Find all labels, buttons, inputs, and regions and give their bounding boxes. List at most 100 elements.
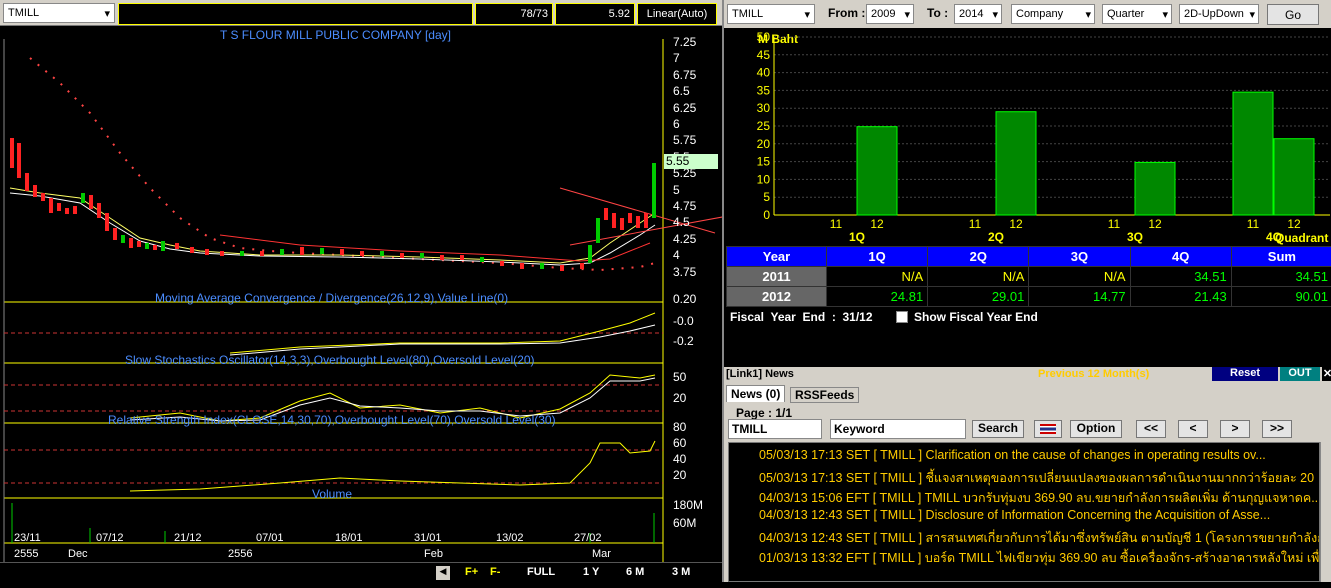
- zoom-in-button[interactable]: F+: [465, 566, 478, 578]
- bar: [857, 127, 897, 215]
- chart-toolbar: TMILL▾ 78/73 5.92 Linear(Auto): [0, 0, 722, 26]
- cell-value: 14.77: [1029, 287, 1130, 307]
- bar: [1135, 162, 1175, 215]
- fundamental-pane: TMILL▾ From : 2009▾ To : 2014▾ Company▾ …: [722, 0, 1331, 582]
- news-item[interactable]: 01/03/13 13:32 EFT [ TMILL ] บอร์ด TMILL…: [759, 548, 1320, 568]
- 3m-button[interactable]: 3 M: [672, 566, 690, 578]
- cell-value: 29.01: [928, 287, 1029, 307]
- fiscal-year-end: Fiscal Year End : 31/12: [730, 310, 873, 324]
- price-tick: 4.5: [673, 215, 690, 229]
- y-tick-label: 10: [757, 172, 771, 186]
- chevron-down-icon: ▾: [1085, 8, 1091, 21]
- bar: [996, 112, 1036, 215]
- rsi-tick: 60: [673, 436, 686, 450]
- news-panel: News (0) RSSFeeds Page : 1/1 TMILL Keywo…: [724, 382, 1331, 582]
- macd-title: Moving Average Convergence / Divergence(…: [155, 291, 508, 305]
- go-button[interactable]: Go: [1267, 4, 1319, 25]
- last-page-button[interactable]: >>: [1262, 420, 1292, 438]
- cell-value: 34.51: [1130, 267, 1231, 287]
- year-tick: Mar: [592, 548, 611, 560]
- y-tick-label: 0: [763, 208, 770, 222]
- date-tick: 31/01: [414, 532, 442, 544]
- price-tick: 4.25: [673, 232, 696, 246]
- volume-title: Volume: [312, 487, 352, 501]
- year-tick: Dec: [68, 548, 88, 560]
- y-tick-label: 5: [763, 190, 770, 204]
- cell-value: 34.51: [1231, 267, 1331, 287]
- chart-bottom-bar: ◀ F+ F- FULL 1 Y 6 M 3 M: [0, 562, 722, 582]
- prev-page-button[interactable]: <: [1178, 420, 1208, 438]
- quarter-label: 1Q: [849, 230, 865, 244]
- from-select[interactable]: 2009▾: [866, 4, 914, 24]
- scroll-left-icon[interactable]: ◀: [436, 566, 450, 580]
- y-tick-label: 40: [757, 66, 771, 80]
- period-select[interactable]: Quarter▾: [1102, 4, 1172, 24]
- thai-flag-icon[interactable]: [1034, 420, 1062, 438]
- price-tick: 5.75: [673, 133, 696, 147]
- close-icon[interactable]: ✕: [1322, 367, 1331, 381]
- y-tick-label: 15: [757, 155, 771, 169]
- table-row: 2012 24.81 29.01 14.77 21.43 90.01: [727, 287, 1331, 307]
- bar-label: 11: [1247, 217, 1260, 231]
- header-2q: 2Q: [928, 247, 1029, 267]
- view-select[interactable]: 2D-UpDown▾: [1179, 4, 1259, 24]
- 6m-button[interactable]: 6 M: [626, 566, 644, 578]
- scale-box[interactable]: Linear(Auto): [637, 3, 717, 25]
- symbol-value: TMILL: [8, 7, 39, 19]
- chart-title: T S FLOUR MILL PUBLIC COMPANY [day]: [220, 28, 451, 42]
- to-select[interactable]: 2014▾: [954, 4, 1002, 24]
- y-tick-label: 50: [757, 30, 771, 44]
- zoom-out-button[interactable]: F-: [490, 566, 500, 578]
- show-fiscal-checkbox[interactable]: [896, 311, 908, 323]
- macd-tick: 0.20: [673, 292, 696, 306]
- cell-value: N/A: [928, 267, 1029, 287]
- show-fiscal-label: Show Fiscal Year End: [914, 310, 1038, 324]
- option-button[interactable]: Option: [1070, 420, 1122, 438]
- header-sum: Sum: [1231, 247, 1331, 267]
- news-item[interactable]: 04/03/13 15:06 EFT [ TMILL ] TMILL บวกรั…: [759, 488, 1320, 508]
- tab-rss[interactable]: RSSFeeds: [790, 387, 859, 403]
- tab-news[interactable]: News (0): [726, 385, 785, 402]
- macd-tick: -0.2: [673, 334, 694, 348]
- right-symbol-select[interactable]: TMILL▾: [727, 4, 815, 24]
- price-tick: 7: [673, 51, 680, 65]
- news-symbol-input[interactable]: TMILL: [728, 419, 822, 439]
- quadrant-label: Quadrant: [1275, 231, 1328, 245]
- price-tick: 4.75: [673, 199, 696, 213]
- first-page-button[interactable]: <<: [1136, 420, 1166, 438]
- stoch-tick: 50: [673, 370, 686, 384]
- y-tick-label: 35: [757, 83, 771, 97]
- header-1q: 1Q: [827, 247, 928, 267]
- view-value: 2D-UpDown: [1184, 8, 1244, 20]
- bar: [1274, 139, 1314, 215]
- 1y-button[interactable]: 1 Y: [583, 566, 599, 578]
- news-item[interactable]: 04/03/13 12:43 SET [ TMILL ] Disclosure …: [759, 508, 1270, 522]
- date-tick: 27/02: [574, 532, 602, 544]
- news-item[interactable]: 04/03/13 12:43 SET [ TMILL ] สารสนเทศเกี…: [759, 528, 1320, 548]
- previous-months: Previous 12 Month(s): [1038, 368, 1149, 380]
- rsi-title: Relative Strength Index(CLOSE,14,30,70),…: [108, 413, 556, 427]
- search-button[interactable]: Search: [972, 420, 1024, 438]
- full-button[interactable]: FULL: [527, 566, 555, 578]
- cell-value: 21.43: [1130, 287, 1231, 307]
- stochastic-title: Slow Stochastics Oscillator(14,3,3),Over…: [125, 353, 535, 367]
- next-page-button[interactable]: >: [1220, 420, 1250, 438]
- cell-value: 90.01: [1231, 287, 1331, 307]
- out-button[interactable]: OUT: [1280, 367, 1320, 381]
- reset-button[interactable]: Reset: [1212, 367, 1278, 381]
- quarter-table: Year 1Q 2Q 3Q 4Q Sum 2011 N/A N/A N/A 34…: [726, 246, 1331, 307]
- keyword-input[interactable]: Keyword: [830, 419, 966, 439]
- cell-value: 24.81: [827, 287, 928, 307]
- header-4q: 4Q: [1130, 247, 1231, 267]
- news-item[interactable]: 05/03/13 17:13 SET [ TMILL ] ชี้แจงสาเหต…: [759, 468, 1314, 488]
- symbol-select[interactable]: TMILL▾: [3, 3, 115, 23]
- price-chart-svg: [0, 26, 722, 588]
- chevron-down-icon: ▾: [904, 8, 910, 21]
- news-scrollbar[interactable]: [1320, 442, 1331, 582]
- year-tick: 2555: [14, 548, 38, 560]
- entity-select[interactable]: Company▾: [1011, 4, 1095, 24]
- bar: [1233, 92, 1273, 215]
- bar-label: 11: [830, 217, 843, 231]
- news-item[interactable]: 05/03/13 17:13 SET [ TMILL ] Clarificati…: [759, 448, 1266, 462]
- table-header-row: Year 1Q 2Q 3Q 4Q Sum: [727, 247, 1331, 267]
